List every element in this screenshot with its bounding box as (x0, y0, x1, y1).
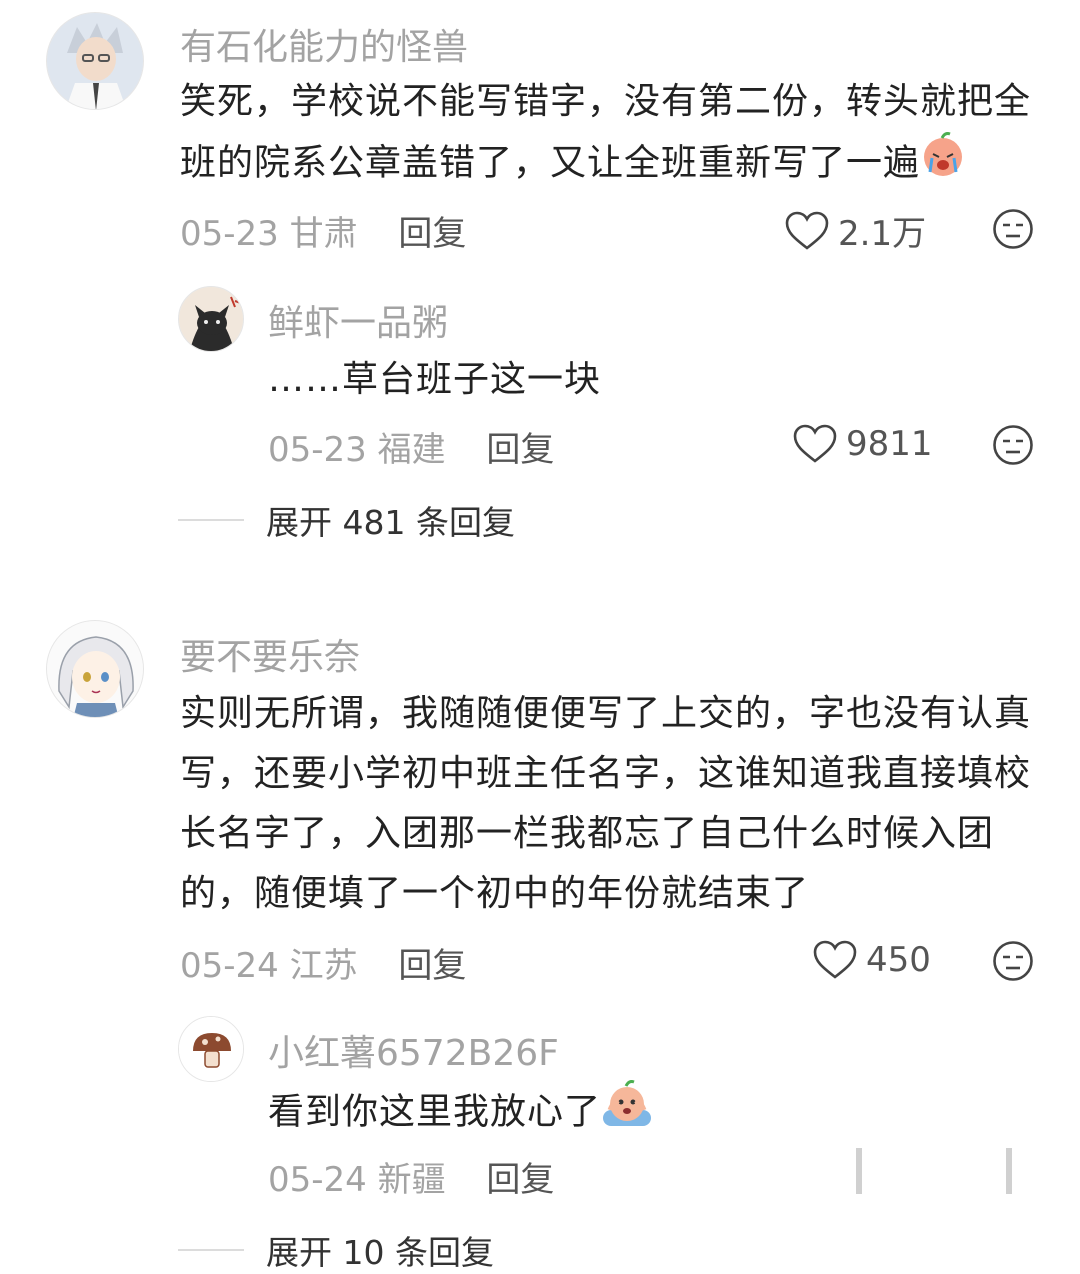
reply-date: 05-24 (268, 1160, 367, 1200)
reply-text: 看到你这里我放心了 (268, 1080, 653, 1147)
expand-label: 展开 10 条回复 (266, 1233, 494, 1272)
crying-face-emoji (920, 132, 966, 197)
comment-date: 05-23 (180, 214, 279, 254)
meh-face-icon (993, 425, 1033, 465)
username[interactable]: 要不要乐奈 (180, 628, 360, 680)
username[interactable]: 有石化能力的怪兽 (180, 18, 468, 70)
like-button[interactable]: 450 (812, 940, 931, 980)
reply-button[interactable]: 回复 (398, 946, 466, 986)
reply-location: 福建 (377, 430, 446, 470)
like-count: 450 (866, 940, 931, 980)
comment-date: 05-24 (180, 946, 279, 986)
username[interactable]: 鲜虾一品粥 (268, 294, 448, 346)
meh-face-icon (993, 941, 1033, 981)
reply-date: 05-23 (268, 430, 367, 470)
comment-location: 江苏 (289, 946, 358, 986)
mushroom-icon (179, 1017, 243, 1081)
expand-replies-button[interactable]: 展开 10 条回复 (178, 1226, 494, 1274)
comment-location: 甘肃 (289, 214, 358, 254)
reply-location: 新疆 (377, 1160, 446, 1200)
divider-line (178, 519, 244, 521)
expand-replies-button[interactable]: 展开 481 条回复 (178, 496, 515, 544)
expand-label: 展开 481 条回复 (266, 503, 515, 542)
scrollbar-indicator (856, 1148, 1016, 1194)
comment-meta: 05-23 甘肃 回复 (180, 206, 466, 255)
meh-face-icon (993, 209, 1033, 249)
like-count: 9811 (846, 424, 933, 464)
heart-outline-icon (785, 211, 829, 250)
heart-outline-icon (813, 940, 857, 979)
avatar[interactable] (46, 12, 144, 110)
avatar[interactable] (178, 286, 244, 352)
dislike-button[interactable] (992, 424, 1034, 470)
reply-button[interactable]: 回复 (486, 1160, 554, 1200)
dislike-button[interactable] (992, 208, 1034, 254)
avatar[interactable] (178, 1016, 244, 1082)
reply-text: ……草台班子这一块 (268, 359, 602, 400)
comment-text: 笑死，学校说不能写错字，没有第二份，转头就把全班的院系公章盖错了，又让全班重新写… (180, 72, 1040, 197)
reply-button[interactable]: 回复 (486, 430, 554, 470)
like-button[interactable]: 9811 (792, 424, 933, 464)
like-button[interactable]: 2.1万 (784, 206, 926, 255)
like-count: 2.1万 (838, 214, 927, 254)
reply-meta: 05-24 新疆 回复 (268, 1152, 554, 1201)
comment-meta: 05-24 江苏 回复 (180, 938, 466, 987)
username[interactable]: 小红薯6572B26F (268, 1024, 559, 1076)
avatar[interactable] (46, 620, 144, 718)
worried-face-emoji (601, 1080, 653, 1147)
reply-button[interactable]: 回复 (398, 214, 466, 254)
dislike-button[interactable] (992, 940, 1034, 986)
reply-meta: 05-23 福建 回复 (268, 422, 554, 471)
comment-text: 实则无所谓，我随随便便写了上交的，字也没有认真写，还要小学初中班主任名字，这谁知… (180, 693, 1032, 914)
heart-outline-icon (793, 424, 837, 463)
divider-line (178, 1249, 244, 1251)
